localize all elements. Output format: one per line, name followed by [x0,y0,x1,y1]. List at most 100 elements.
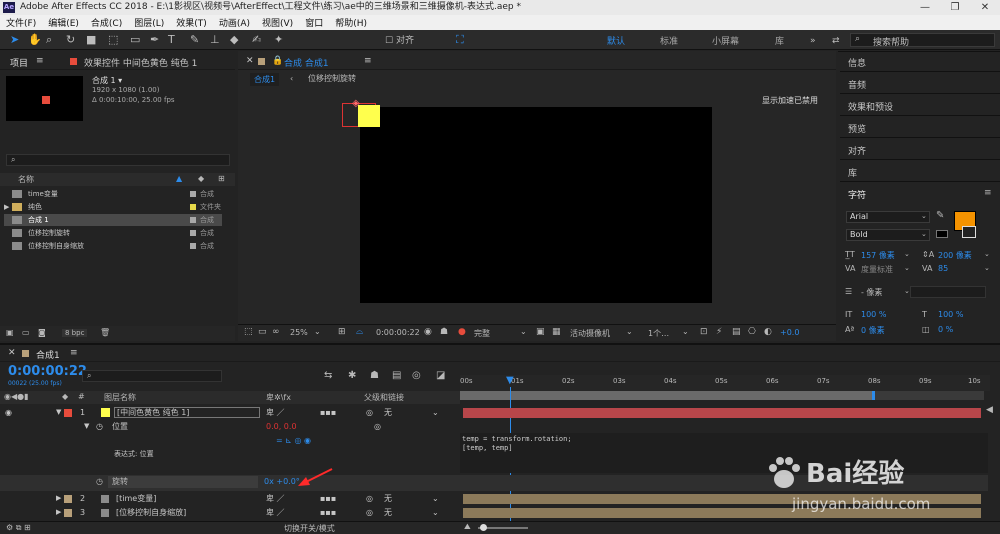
chevron-down-icon[interactable]: ⌄ [520,327,527,336]
zoom-tool-icon[interactable]: ⌕ [46,33,52,47]
list-item[interactable]: 位移控制旋转 合成 [4,227,222,239]
current-time-display[interactable]: 0:00:00:22 [376,328,420,337]
chevron-down-icon[interactable]: ⌄ [314,327,321,336]
region-of-interest-icon[interactable]: ▣ [536,327,545,337]
layer-name[interactable]: [time变量] [116,492,156,505]
panel-menu-icon[interactable]: ≡ [364,56,372,66]
graph-editor-icon[interactable]: ◪ [436,370,445,381]
pickwhip-icon[interactable]: ◎ [374,420,381,433]
menu-view[interactable]: 视图(V) [256,16,299,29]
switch-boxes[interactable]: ▪▪▪ [320,492,336,505]
collapse-arrow-icon[interactable]: ▼ [84,420,89,433]
clone-stamp-tool-icon[interactable]: ⊥ [210,33,220,47]
list-item[interactable]: 位移控制自身缩放 合成 [4,240,222,252]
hand-tool-icon[interactable]: ✋ [28,33,42,47]
font-style-select[interactable]: Bold ⌄ [846,229,930,241]
new-comp-icon[interactable]: ◙ [38,328,46,337]
layer-row[interactable]: ▶ 3 [位移控制自身缩放] 卑 ／ ▪▪▪ ◎ 无 ⌄ [0,506,460,519]
mask-visibility-icon[interactable]: ⌓ [356,327,363,337]
layer-row[interactable]: ▶ 2 [time变量] 卑 ／ ▪▪▪ ◎ 无 ⌄ [0,492,460,505]
stopwatch-icon[interactable]: ◷ [96,420,103,433]
menu-window[interactable]: 窗口 [299,16,329,29]
switches-icon[interactable]: 卑 ／ [266,406,285,419]
stroke-color-swatch[interactable] [962,226,976,238]
expand-arrow-icon[interactable]: ▶ [56,506,61,519]
views-select[interactable]: 1个… [648,328,669,339]
time-ruler[interactable]: 00s 01s 02s 03s 04s 05s 06s 07s 08s 09s … [460,375,990,391]
panel-menu-icon[interactable]: ≡ [984,188,992,198]
panel-menu-icon[interactable]: ≡ [36,56,44,66]
parent-select[interactable]: 无 [384,406,392,419]
layer-end-marker[interactable]: ◀ [986,405,993,415]
panel-library[interactable]: 库 [848,166,857,179]
position-value[interactable]: 0.0, 0.0 [266,420,297,433]
panel-audio[interactable]: 音频 [848,78,866,91]
chevron-down-icon[interactable]: ⌄ [682,327,689,336]
interpret-footage-icon[interactable]: ▣ [6,328,14,337]
motion-blur-icon[interactable]: ◎ [412,370,421,381]
camera-tool-icon[interactable]: ■ [86,33,96,47]
horizontal-scale-value[interactable]: 100 % [938,310,963,319]
comp-mini-flowchart-icon[interactable]: ⇆ [324,370,332,381]
stroke-type-select[interactable] [910,286,986,298]
layer-label-swatch[interactable] [64,495,72,503]
current-time-indicator[interactable]: 0:00:00:22 [8,364,87,379]
toggle-pixel-icon[interactable]: ⊡ [700,327,708,337]
kerning-value[interactable]: 度量标准 [861,264,893,275]
flowchart-icon[interactable]: ⎔ [748,327,756,337]
eyedropper-icon[interactable]: ✎ [936,210,944,221]
workspace-library[interactable]: 库 [775,34,784,47]
tab-composition[interactable]: 合成 合成1 [284,56,329,69]
draft-3d-icon[interactable]: ✱ [348,370,356,381]
sort-arrow-icon[interactable]: ▲ [176,174,182,183]
anchor-point-icon[interactable]: ◈ [352,98,360,109]
maximize-button[interactable]: ❐ [940,0,970,15]
work-area-end-handle[interactable] [872,391,875,400]
comp-canvas[interactable] [360,107,712,303]
font-family-select[interactable]: Arial ⌄ [846,211,930,223]
column-parent[interactable]: 父级和链接 [364,392,404,403]
zoom-out-icon[interactable]: ⛰ [464,522,471,532]
snapshot-icon[interactable]: ◉ [424,327,432,337]
delete-icon[interactable]: 🗑 [100,328,110,337]
puppet-tool-icon[interactable]: ✦ [274,33,283,47]
help-search-box[interactable]: ⌕ 搜索帮助 [850,33,995,48]
pickwhip-icon[interactable]: ◎ [366,406,373,419]
safe-zones-icon[interactable]: ⊞ [338,327,346,337]
frame-blending-icon[interactable]: ▤ [392,370,401,381]
baseline-shift-value[interactable]: 0 像素 [861,325,885,336]
monitor-icon[interactable]: ▭ [258,327,267,337]
eraser-tool-icon[interactable]: ◆ [230,33,238,47]
chevron-down-icon[interactable]: ⌄ [904,250,910,258]
timeline-search-input[interactable]: ⌕ [82,370,222,382]
close-timeline-icon[interactable]: ✕ [8,348,16,358]
layer-name[interactable]: [中间色黄色 纯色 1] [114,407,260,418]
menu-effect[interactable]: 效果(T) [170,16,213,29]
yellow-solid-layer[interactable] [358,105,380,127]
shy-layers-icon[interactable]: ☗ [370,370,379,381]
panel-info[interactable]: 信息 [848,56,866,69]
chevron-down-icon[interactable]: ⌄ [626,327,633,336]
layer-label-swatch[interactable] [64,409,72,417]
chevron-down-icon[interactable]: ⌄ [984,264,990,272]
menu-animation[interactable]: 动画(A) [213,16,256,29]
new-folder-icon[interactable]: ▭ [22,328,30,337]
panel-character[interactable]: 字符 [848,188,866,201]
toggle-switches-modes[interactable]: 切换开关/模式 [284,523,335,534]
property-row[interactable]: ▼ ◷ 位置 0.0, 0.0 ◎ [0,420,460,433]
panel-menu-icon[interactable]: ≡ [70,348,78,358]
workspace-small-screen[interactable]: 小屏幕 [712,34,739,47]
exposure-value[interactable]: +0.0 [780,328,799,337]
list-item-selected[interactable]: 合成 1 合成 [4,214,222,226]
expand-arrow-icon[interactable]: ▶ [56,492,61,505]
close-comp-icon[interactable]: ✕ [246,56,254,66]
list-item[interactable]: ▶ 纯色 文件夹 [4,201,222,213]
tab-project[interactable]: 项目 [10,56,28,69]
type-tool-icon[interactable]: T [168,33,175,47]
minimize-button[interactable]: — [910,0,940,15]
lock-icon[interactable]: 🔒 [272,56,283,66]
layer-row[interactable]: ◉ ▼ 1 [中间色黄色 纯色 1] 卑 ／ ▪▪▪ ◎ 无 ⌄ [0,406,460,419]
tsume-value[interactable]: 0 % [938,325,953,334]
show-snapshot-icon[interactable]: ☗ [440,327,448,337]
menu-edit[interactable]: 编辑(E) [42,16,85,29]
